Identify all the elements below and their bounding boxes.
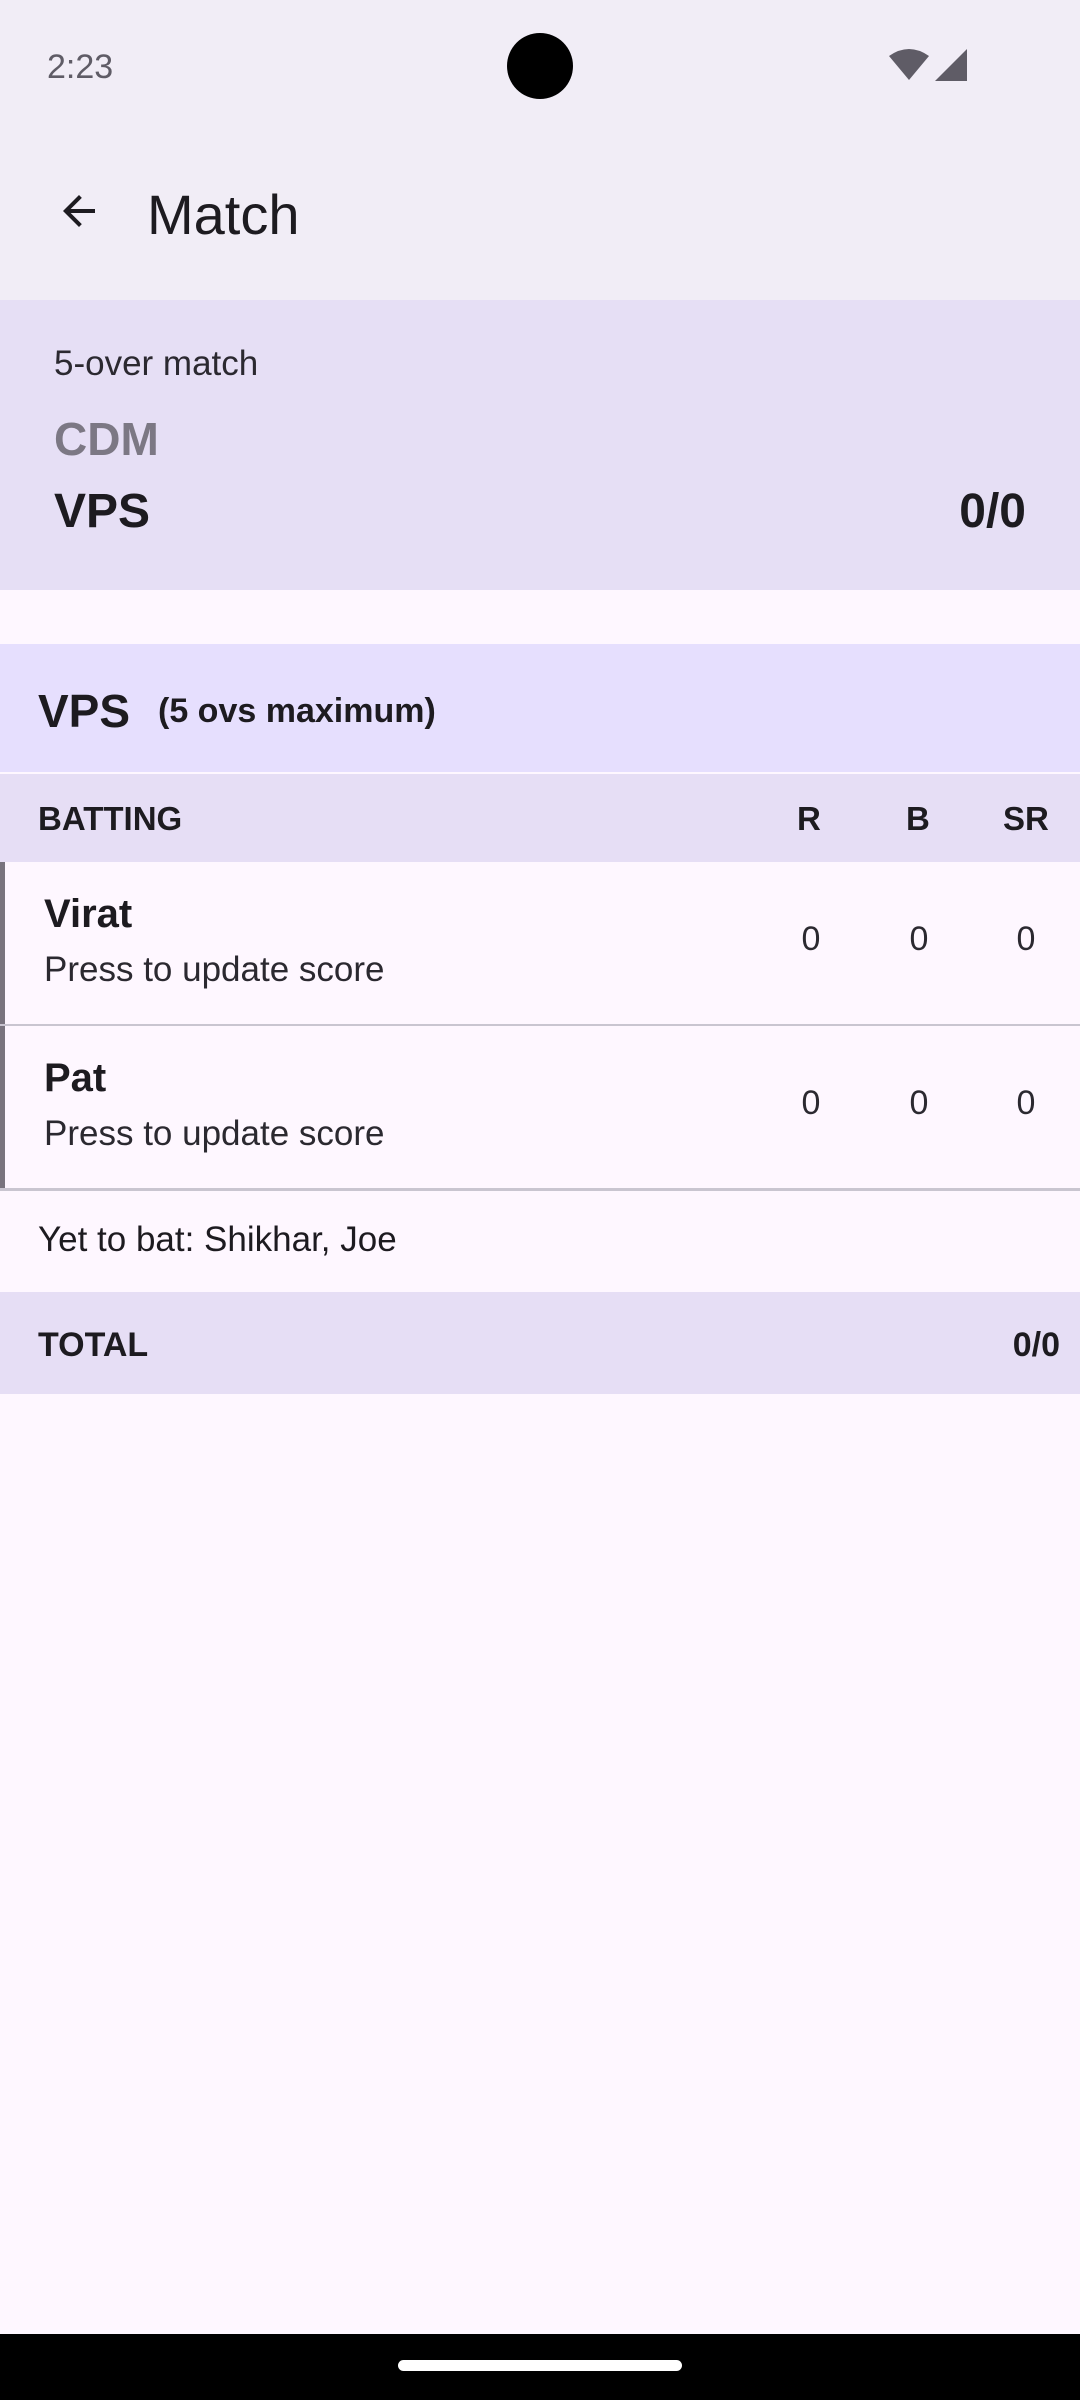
wifi-icon <box>889 49 929 80</box>
signal-icon <box>935 49 967 81</box>
strike-rate-column-header: SR <box>1003 800 1049 837</box>
team-vps-name: VPS <box>54 485 151 538</box>
system-navigation-bar <box>0 2334 1080 2400</box>
team-cdm-name: CDM <box>54 413 159 465</box>
batter-strike-rate: 0 <box>1016 1084 1036 1122</box>
match-format: 5-over match <box>54 344 259 383</box>
arrow-back-icon <box>63 195 95 227</box>
match-summary-card: 5-over match CDM VPS 0/0 <box>0 300 1080 590</box>
total-row: TOTAL 0/0 <box>0 1292 1080 1394</box>
runs-column-header: R <box>797 800 821 837</box>
innings-header: VPS (5 ovs maximum) <box>0 644 1080 772</box>
top-app-bar: Match <box>0 132 1080 300</box>
batting-table-header: BATTING R B SR <box>0 774 1080 862</box>
page-title: Match <box>147 183 300 246</box>
batter-name: Pat <box>44 1056 107 1100</box>
yet-to-bat-text: Yet to bat: Shikhar, Joe <box>38 1220 397 1259</box>
row-accent-bar <box>0 1026 5 1188</box>
team-vps-score: 0/0 <box>959 485 1026 538</box>
balls-column-header: B <box>906 800 930 837</box>
batter-runs: 0 <box>801 1084 821 1122</box>
batting-column-header: BATTING <box>38 800 183 837</box>
batter-balls: 0 <box>909 920 929 958</box>
batter-row[interactable]: Pat Press to update score 0 0 0 <box>0 1026 1080 1191</box>
innings-overs-note: (5 ovs maximum) <box>158 692 436 730</box>
batter-name: Virat <box>44 892 133 936</box>
home-gesture-handle[interactable] <box>398 2360 682 2371</box>
row-accent-bar <box>0 862 5 1024</box>
total-value: 0/0 <box>1012 1326 1060 1364</box>
status-bar: 2:23 <box>0 0 1080 132</box>
batter-update-hint: Press to update score <box>44 950 385 989</box>
innings-team-name: VPS <box>38 685 131 737</box>
status-time: 2:23 <box>47 48 114 86</box>
camera-cutout <box>507 33 573 99</box>
back-button[interactable] <box>38 170 120 252</box>
total-label: TOTAL <box>38 1326 149 1364</box>
batter-balls: 0 <box>909 1084 929 1122</box>
batter-strike-rate: 0 <box>1016 920 1036 958</box>
batter-runs: 0 <box>801 920 821 958</box>
batter-update-hint: Press to update score <box>44 1114 385 1153</box>
batter-row[interactable]: Virat Press to update score 0 0 0 <box>0 862 1080 1027</box>
